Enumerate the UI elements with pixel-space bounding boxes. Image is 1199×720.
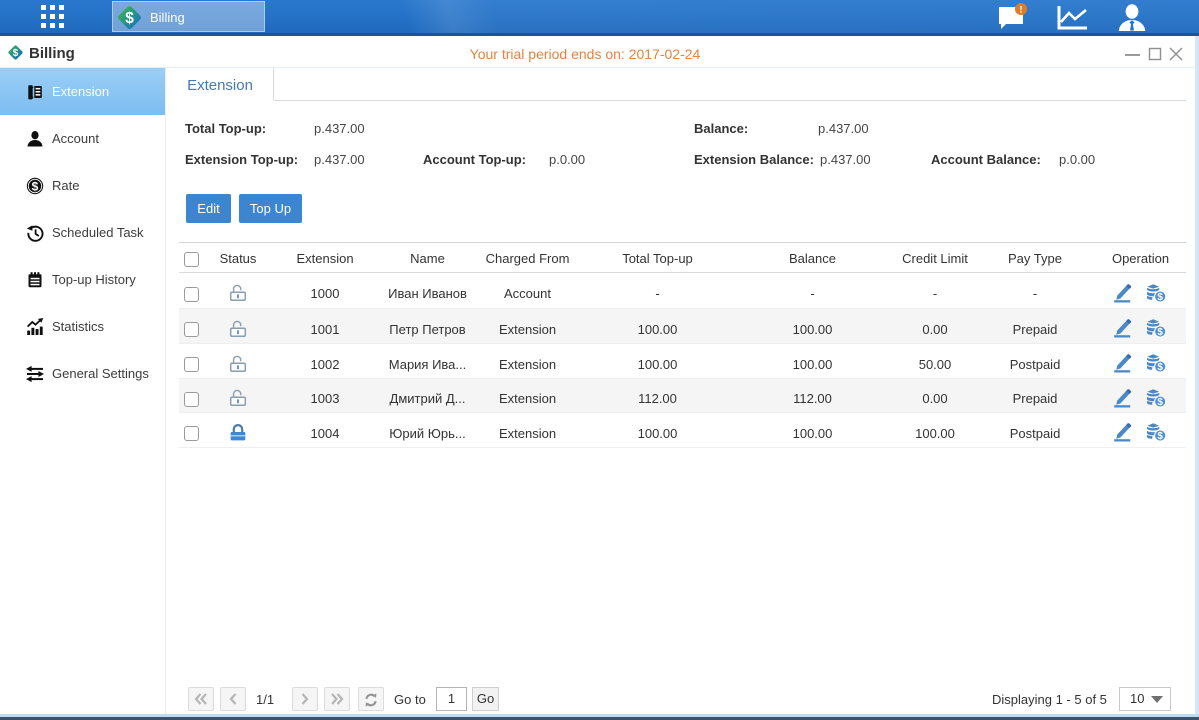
svg-text:$: $ [1157, 292, 1163, 303]
svg-text:$: $ [1157, 397, 1163, 408]
svg-text:$: $ [1157, 362, 1163, 373]
svg-text:!: ! [1020, 5, 1023, 15]
svg-text:$: $ [13, 48, 19, 59]
svg-text:$: $ [1157, 327, 1163, 338]
svg-text:$: $ [1157, 431, 1163, 442]
svg-text:$: $ [125, 10, 134, 27]
svg-text:$: $ [32, 179, 39, 193]
